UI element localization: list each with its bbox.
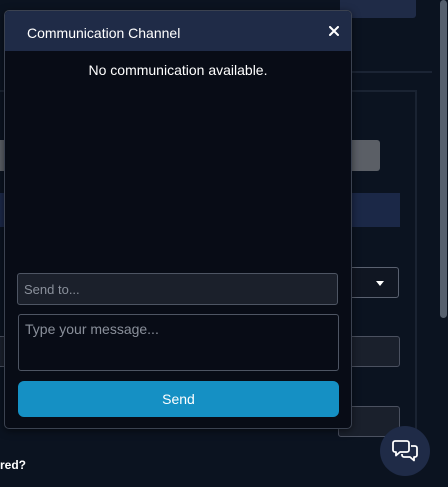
app-page: red? Communication Channel No communicat… (0, 0, 448, 487)
scrollbar-thumb[interactable] (440, 0, 447, 318)
background-question-text: red? (0, 458, 27, 472)
send-to-input[interactable] (17, 273, 338, 305)
chat-toggle-button[interactable] (380, 426, 430, 476)
empty-state-message: No communication available. (88, 62, 268, 78)
caret-down-icon (376, 281, 384, 286)
message-textarea[interactable] (18, 314, 339, 371)
close-icon (329, 26, 339, 36)
close-button[interactable] (327, 24, 341, 38)
modal-title: Communication Channel (27, 25, 181, 41)
background-divider (352, 71, 432, 73)
modal-header: Communication Channel (5, 11, 351, 51)
communication-modal: Communication Channel No communication a… (4, 10, 352, 429)
send-button[interactable]: Send (18, 381, 339, 417)
chat-bubbles-icon (392, 440, 418, 462)
